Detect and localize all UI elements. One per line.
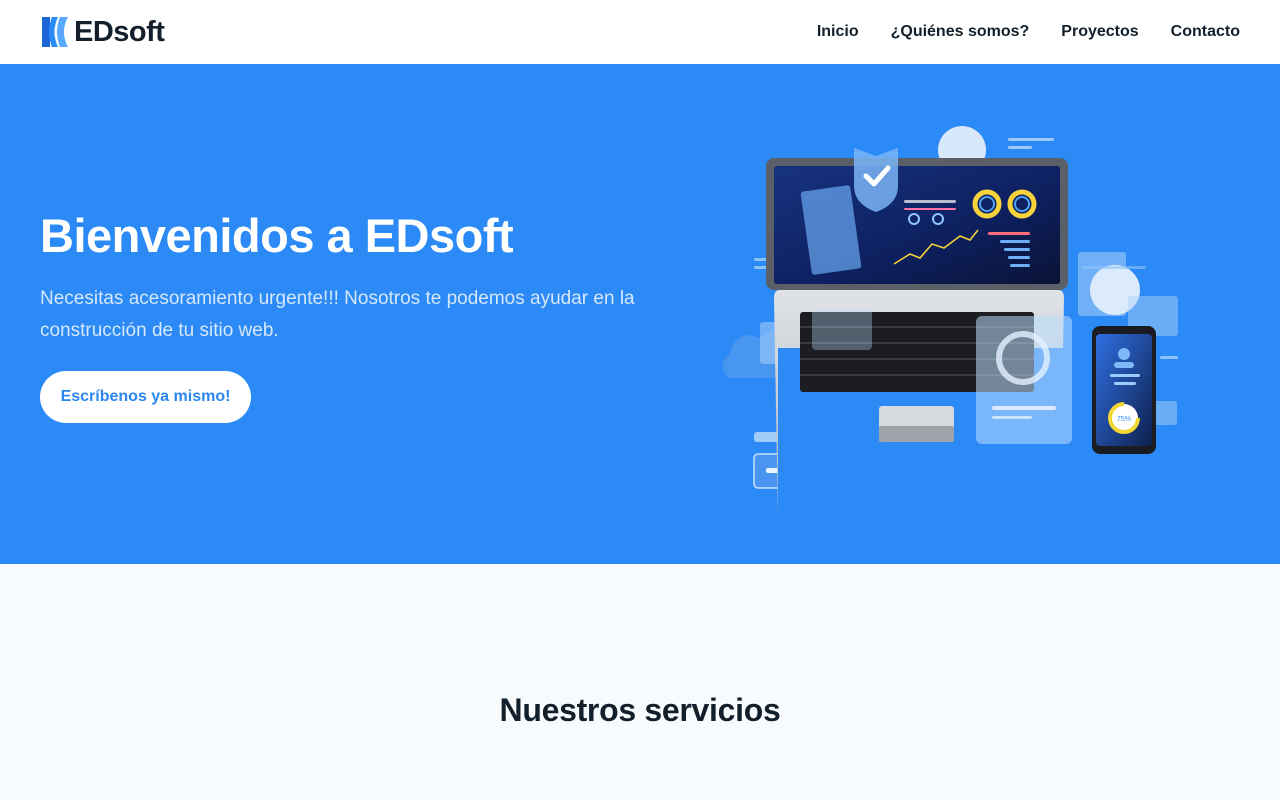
brand-name: EDsoft [74,15,165,48]
brand-link[interactable]: EDsoft [40,15,165,49]
donut-percent-label: 75% [1117,416,1131,423]
logo-icon [42,17,68,47]
nav-link-contacto[interactable]: Contacto [1171,23,1240,40]
services-section: Nuestros servicios [0,564,1280,800]
nav-link-quienes-somos[interactable]: ¿Quiénes somos? [891,23,1030,40]
contact-cta-button[interactable]: Escríbenos ya mismo! [40,371,251,423]
nav-menu: Inicio ¿Quiénes somos? Proyectos Contact… [785,23,1240,41]
hero-title: Bienvenidos a EDsoft [40,209,514,262]
hero-section: Bienvenidos a EDsoft Necesitas acesorami… [0,64,1280,564]
nav-link-proyectos[interactable]: Proyectos [1061,23,1138,40]
nav-link-inicio[interactable]: Inicio [817,23,859,40]
navbar: EDsoft Inicio ¿Quiénes somos? Proyectos … [0,0,1280,64]
hero-description: Necesitas acesoramiento urgente!!! Nosot… [40,288,635,341]
services-title: Nuestros servicios [499,692,781,728]
laptop-dashboard-illustration: 75% [722,126,1178,516]
